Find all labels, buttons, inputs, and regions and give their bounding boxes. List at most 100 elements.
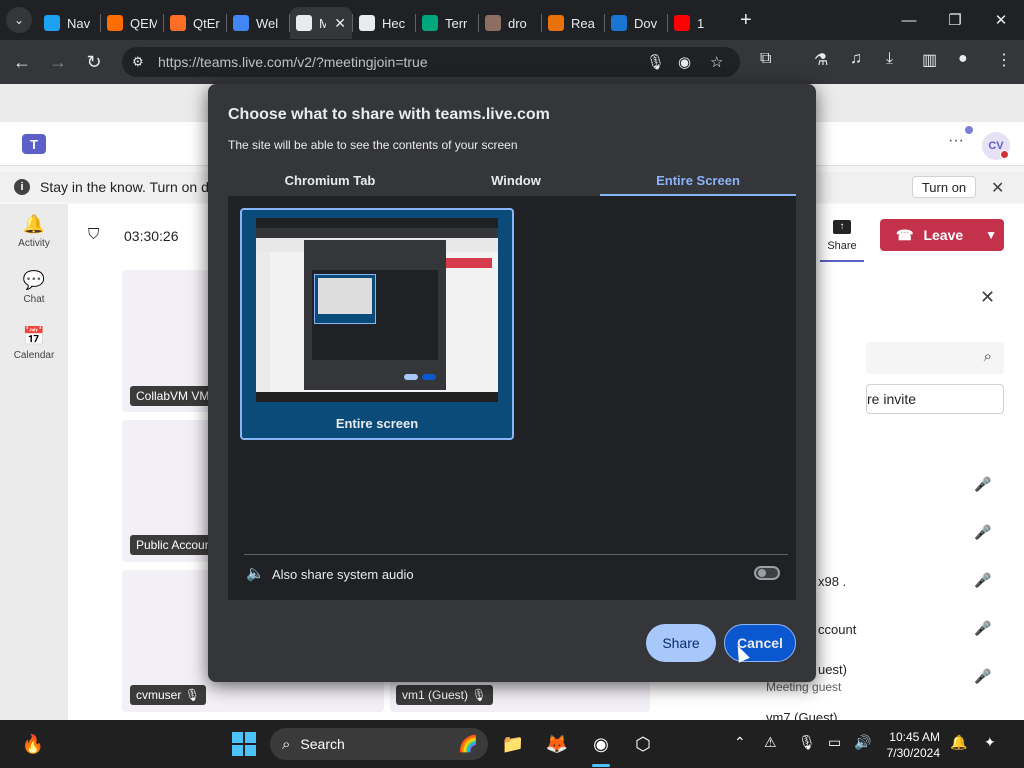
copilot-icon[interactable]: ✦	[984, 734, 996, 751]
tab-favicon-icon	[674, 15, 690, 31]
browser-tab[interactable]: Nav	[38, 7, 100, 39]
rail-item-activity[interactable]: 🔔 Activity	[0, 214, 68, 249]
firefox-icon[interactable]: 🦊	[544, 730, 570, 758]
tab-title: M	[319, 15, 327, 31]
clock-time: 10:45 AM	[889, 730, 940, 744]
search-label: Search	[300, 736, 345, 752]
close-notification-icon[interactable]: ✕	[991, 178, 1004, 198]
share-button[interactable]: Share	[646, 624, 716, 662]
network-off-icon[interactable]: ⚠	[764, 734, 777, 751]
close-window-button[interactable]: ✕	[978, 0, 1024, 40]
notification-bell-icon[interactable]: 🔔	[950, 734, 967, 751]
browser-tab[interactable]: dro	[479, 7, 541, 39]
chevron-up-icon[interactable]: ⌃	[734, 734, 746, 751]
browser-tab[interactable]: Wel	[227, 7, 289, 39]
tab-title: Nav	[67, 15, 91, 31]
tab-window[interactable]: Window	[432, 168, 600, 196]
taskbar-search[interactable]: ⌕ Search 🌈	[270, 728, 488, 760]
volume-icon[interactable]: 🔊	[854, 734, 871, 751]
turn-on-button[interactable]: Turn on	[912, 176, 976, 198]
participant-role: Meeting guest	[766, 680, 842, 694]
tab-favicon-icon	[107, 15, 123, 31]
media-controls-icon[interactable]: ♫	[850, 50, 862, 68]
leave-button[interactable]: ☎ Leave ▼	[880, 219, 1004, 251]
browser-tab[interactable]: Hec	[353, 7, 415, 39]
meeting-timer: 03:30:26	[124, 228, 179, 244]
site-info-icon[interactable]: ⚙	[132, 54, 150, 70]
tracking-protection-icon[interactable]: ◉	[678, 53, 691, 71]
download-icon[interactable]: ⤓	[886, 50, 893, 68]
browser-tab[interactable]: Terr	[416, 7, 478, 39]
bookmark-star-icon[interactable]: ☆	[710, 53, 723, 71]
presence-status-dot	[1000, 150, 1009, 159]
search-icon: ⌕	[282, 735, 291, 753]
share-button-toolbar[interactable]: ↑ Share	[820, 218, 864, 262]
browser-tab[interactable]: Dov	[605, 7, 667, 39]
browser-tab[interactable]: M ✕	[290, 7, 352, 39]
labs-icon[interactable]: ⚗	[814, 50, 828, 70]
tab-search-button[interactable]: ⌄	[6, 7, 32, 33]
participant-search-input[interactable]: ⌕	[866, 342, 1004, 374]
teams-logo[interactable]: T	[22, 134, 46, 154]
browser-tab[interactable]: QEM	[101, 7, 163, 39]
browser-tab[interactable]: Rea	[542, 7, 604, 39]
widgets-icon[interactable]: 🔥	[20, 730, 46, 758]
more-options-icon[interactable]: ···	[948, 132, 964, 150]
mic-off-icon[interactable]: 🎤	[974, 524, 991, 541]
maximize-button[interactable]: ❐	[932, 0, 978, 40]
start-button[interactable]	[232, 732, 256, 756]
chevron-down-icon[interactable]: ▼	[985, 228, 997, 242]
tab-favicon-icon	[359, 15, 375, 31]
rail-item-chat[interactable]: 💬 Chat	[0, 270, 68, 305]
extensions-icon[interactable]: ⧉	[760, 50, 771, 68]
system-audio-label: Also share system audio	[272, 567, 414, 582]
share-invite-button[interactable]: re invite	[866, 384, 1004, 414]
profile-icon[interactable]: ●	[958, 50, 968, 68]
tile-label: vm1 (Guest) 🎙	[396, 685, 493, 705]
tile-name: vm1 (Guest)	[402, 688, 469, 702]
mic-off-icon[interactable]: 🎤	[974, 668, 991, 685]
forward-button[interactable]: →	[40, 44, 76, 80]
phone-hangup-icon: ☎	[896, 226, 914, 243]
chromium-icon[interactable]: ◉	[588, 730, 614, 758]
dialog-tabs: Chromium Tab Window Entire Screen	[228, 168, 796, 196]
tab-title: QEM	[130, 15, 157, 31]
mic-off-icon[interactable]: 🎤	[974, 620, 991, 637]
browser-tab[interactable]: 1	[668, 7, 730, 39]
address-bar[interactable]: ⚙ https://teams.live.com/v2/?meetingjoin…	[122, 47, 740, 77]
browser-toolbar: ← → ↻ ⚙ https://teams.live.com/v2/?meeti…	[0, 40, 1024, 84]
tab-title: Hec	[382, 15, 406, 31]
new-tab-button[interactable]: +	[740, 9, 752, 32]
cancel-button[interactable]: Cancel	[724, 624, 796, 662]
share-label: Share	[827, 240, 857, 252]
minimize-button[interactable]: —	[886, 0, 932, 40]
browser-menu-icon[interactable]: ⋮	[996, 50, 1012, 70]
close-tab-icon[interactable]: ✕	[334, 15, 346, 32]
system-audio-toggle[interactable]	[754, 566, 780, 580]
clock[interactable]: 10:45 AM 7/30/2024	[880, 729, 940, 761]
back-button[interactable]: ←	[4, 44, 40, 80]
virtualbox-icon[interactable]: ⬡	[630, 730, 656, 758]
close-panel-icon[interactable]: ✕	[980, 287, 995, 308]
microphone-tray-icon[interactable]: 🎙	[798, 734, 816, 751]
mic-off-icon: 🎙	[471, 688, 487, 702]
entire-screen-option[interactable]: Entire screen	[240, 208, 514, 440]
microphone-icon[interactable]: 🎙	[646, 53, 665, 71]
mic-on-icon[interactable]: 🎤	[974, 476, 991, 493]
participant-name: ccount	[818, 622, 857, 637]
display-icon[interactable]: ▭	[828, 734, 841, 751]
side-panel-icon[interactable]: ▥	[922, 50, 937, 70]
chat-icon: 💬	[22, 270, 46, 290]
tab-chromium-tab[interactable]: Chromium Tab	[228, 168, 432, 196]
mic-off-icon[interactable]: 🎤	[974, 572, 991, 589]
url-text[interactable]: https://teams.live.com/v2/?meetingjoin=t…	[158, 54, 428, 70]
reload-button[interactable]: ↻	[76, 44, 112, 80]
speaker-icon: 🔈	[246, 565, 265, 582]
rail-item-calendar[interactable]: 📅 Calendar	[0, 326, 68, 361]
browser-tab[interactable]: QtEr	[164, 7, 226, 39]
share-screen-icon: ↑	[833, 220, 851, 234]
file-explorer-icon[interactable]: 📁	[500, 730, 526, 758]
tab-favicon-icon	[548, 15, 564, 31]
browser-tabstrip: ⌄ Nav QEM QtEr Wel M ✕ Hec Terr dro Rea Dov 1 +	[0, 0, 1024, 40]
tab-entire-screen[interactable]: Entire Screen	[600, 168, 796, 196]
